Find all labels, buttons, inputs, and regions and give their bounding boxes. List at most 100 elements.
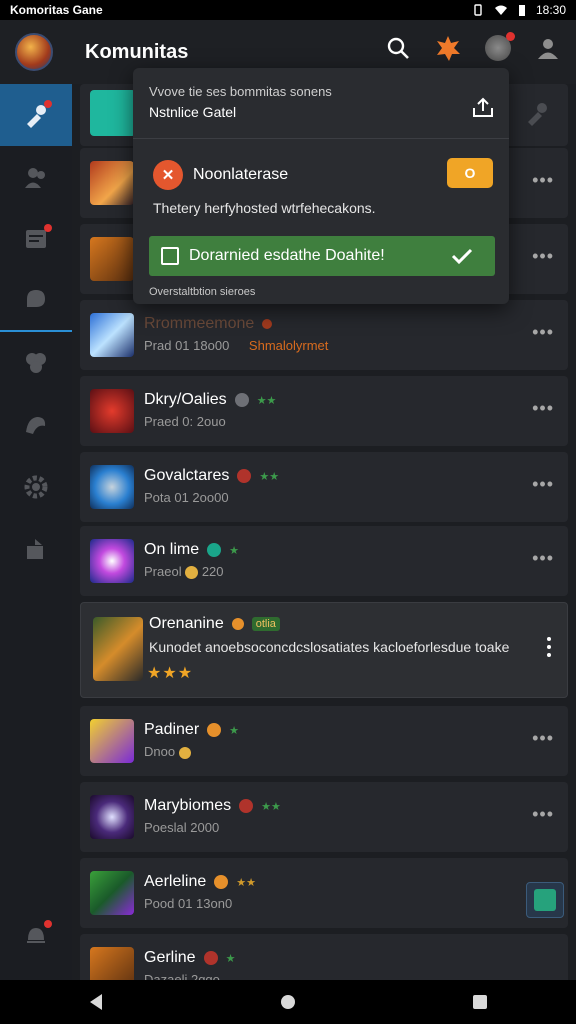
app-thumbnail [90,90,136,136]
status-icon [234,393,249,407]
community-date: Prad 01 18o00 [144,338,230,353]
rating-stars: ★★★ [147,665,194,682]
battery-icon [518,4,525,16]
community-name: On lime [144,541,200,558]
game-thumbnail [90,539,134,583]
list-item[interactable]: Aerleline ★★ Pood 01 13on0 ••• [80,858,568,928]
rating-stars: ★★ [256,394,277,407]
divider [133,138,509,139]
rating-stars: ★★ [236,876,256,889]
list-item[interactable]: Govalctares ★★ Pota 01 2oo00 ••• [80,452,568,522]
list-item[interactable]: Dkry/Oalies ★★ Praed 0: 2ouo ••• [80,376,568,446]
list-item[interactable]: Gerline ★ Dazaeli 2ggo [80,934,568,980]
burst-icon[interactable] [434,34,462,62]
game-icon [26,417,46,434]
status-bar: Komoritas Gane 18:30 [0,0,576,20]
game-thumbnail [90,719,134,763]
game-thumbnail [93,617,143,681]
tag-label: Shmalolyrmet [248,338,329,353]
popup-footer: Overstaltbtion sieroes [149,286,256,298]
coin-icon [178,746,191,759]
sidebar-item-alerts[interactable] [0,904,72,966]
recents-button[interactable] [450,980,510,1024]
more-options-icon[interactable]: ••• [532,170,554,191]
more-options-icon[interactable]: ••• [532,474,554,495]
status-icon [237,469,252,483]
vibrate-icon [474,4,482,16]
community-description: Kunodet anoebsoconcdcslosatiates kacloef… [149,639,510,655]
game-thumbnail [90,947,134,980]
more-options-icon[interactable]: ••• [532,246,554,267]
game-thumbnail [90,795,134,839]
list-item[interactable]: On lime ★ Praeol 220 ••• [80,526,568,596]
notification-description: Thetery herfyhosted wtrfehecakons. [153,200,376,216]
sidebar-item-people[interactable] [0,146,72,208]
more-options-icon[interactable]: ••• [532,322,554,343]
community-count: 220 [201,564,224,579]
sidebar-item-game[interactable] [0,394,72,456]
badge-dot [44,920,52,928]
popup-header-line2: Nstnlice Gatel [149,104,237,120]
community-date: Dnoo [144,744,176,759]
more-options-icon[interactable]: ••• [532,728,554,749]
success-text: Dorarnied esdathe Doahite! [189,247,385,264]
system-nav-bar [0,980,576,1024]
home-button[interactable] [258,980,318,1024]
calendar-icon [161,247,179,265]
rating-stars: ★ [225,952,236,965]
sidebar-item-tools[interactable] [0,84,72,146]
game-thumbnail [90,313,134,357]
status-title: Komoritas Gane [10,3,103,17]
status-icon [207,723,222,737]
list-item-expanded[interactable]: Orenanine otlia Kunodet anoebsoconcdcslo… [80,602,568,698]
game-thumbnail [90,161,134,205]
avatar-icon[interactable] [484,32,515,62]
profile-icon[interactable] [534,34,562,62]
notification-icon: ✕ [153,160,183,190]
sidebar-item-settings[interactable] [0,456,72,518]
status-icon [214,875,229,889]
list-item[interactable]: Marybiomes ★★ Poeslal 2000 ••• [80,782,568,852]
recents-icon [473,995,487,1009]
community-name: Rrommeemone [144,315,255,332]
sidebar-item-share[interactable] [0,518,72,580]
notification-title: Noonlaterase [193,166,289,183]
community-date: Dazaeli 2ggo [144,972,220,980]
kebab-menu-icon[interactable] [547,637,551,657]
notification-toggle[interactable]: O [447,158,493,188]
more-options-icon[interactable]: ••• [532,398,554,419]
gear-icon [24,475,48,499]
check-icon [451,248,473,265]
rating-stars: ★★ [259,470,280,483]
sidebar [0,84,72,980]
back-icon [90,994,102,1010]
sidebar-item-news[interactable] [0,208,72,270]
sidebar-item-puzzle[interactable] [0,332,72,394]
status-icon [207,543,222,557]
community-name: Aerleline [144,873,207,890]
game-thumbnail [90,465,134,509]
share-icon [27,539,43,559]
community-date: Pood 01 13on0 [144,896,233,911]
sidebar-item-chat[interactable] [0,270,72,332]
tag-badge: otlia [251,617,280,631]
game-thumbnail [90,237,134,281]
list-item[interactable]: Padiner ★ Dnoo ••• [80,706,568,776]
status-icon [262,319,273,329]
game-thumbnail [90,871,134,915]
success-banner[interactable]: Dorarnied esdathe Doahite! [149,236,495,276]
more-options-icon[interactable]: ••• [532,804,554,825]
list-item[interactable]: Rrommeemone Prad 01 18o00 Shmalolyrmet •… [80,300,568,370]
search-icon[interactable] [384,34,412,62]
more-options-icon[interactable]: ••• [532,548,554,569]
status-time: 18:30 [535,3,566,17]
notification-badge [506,32,515,41]
back-button[interactable] [66,980,126,1024]
status-icon [231,618,244,630]
compose-button[interactable] [526,882,564,918]
share-icon[interactable] [471,96,495,123]
app-logo[interactable] [15,33,53,71]
notification-popup: Vvove tie ses bommitas sonens Nstnlice G… [133,68,509,304]
rating-stars: ★ [229,724,240,737]
compose-icon [534,889,556,911]
